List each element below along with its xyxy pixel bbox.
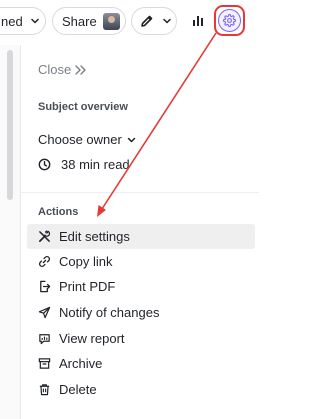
choose-owner-label: Choose owner [38,132,122,147]
action-print-pdf[interactable]: Print PDF [27,274,255,299]
double-chevron-right-icon [75,64,86,75]
settings-panel: Close Subject overview Choose owner 38 m… [20,45,259,419]
send-icon [37,306,51,320]
share-button[interactable]: Share [52,7,126,35]
edit-dropdown[interactable] [131,7,177,35]
settings-button-face [218,9,241,32]
choose-owner-dropdown[interactable]: Choose owner [38,132,137,147]
bar-chart-icon [193,16,203,26]
action-label: Edit settings [59,229,130,244]
scrollbar-thumb[interactable] [7,50,13,200]
action-label: Copy link [59,254,113,269]
action-label: Delete [59,382,97,397]
actions-title: Actions [38,206,79,218]
status-label: ned [1,13,23,29]
status-dropdown[interactable]: ned [0,7,46,35]
read-time: 38 min read [38,157,130,172]
tools-icon [37,230,51,244]
action-label: Archive [59,356,103,371]
export-icon [37,280,51,294]
close-button[interactable]: Close [38,62,88,77]
read-time-label: 38 min read [61,157,130,172]
chevron-down-icon [127,137,136,142]
action-view-report[interactable]: View report [27,326,255,351]
pencil-icon [141,15,153,27]
close-label: Close [38,62,72,77]
gear-icon [223,14,236,27]
action-delete[interactable]: Delete [27,377,255,402]
action-copy-link[interactable]: Copy link [27,249,255,274]
chevron-down-icon [163,18,171,24]
avatar [102,12,120,30]
chevron-down-icon [30,18,39,24]
action-notify-of-changes[interactable]: Notify of changes [27,300,255,325]
share-label: Share [62,13,97,29]
action-label: View report [59,331,125,346]
clock-icon [38,158,51,171]
top-toolbar: ned Share [0,0,258,40]
subject-overview-title: Subject overview [38,101,128,113]
action-label: Print PDF [59,279,116,294]
action-label: Notify of changes [59,305,160,320]
report-icon [37,332,51,346]
trash-icon [37,383,51,397]
archive-icon [37,357,51,371]
settings-button[interactable] [214,5,245,36]
action-edit-settings[interactable]: Edit settings [27,224,255,249]
stats-button[interactable] [184,7,212,35]
link-icon [37,255,51,269]
divider [21,192,259,193]
action-archive[interactable]: Archive [27,351,255,376]
